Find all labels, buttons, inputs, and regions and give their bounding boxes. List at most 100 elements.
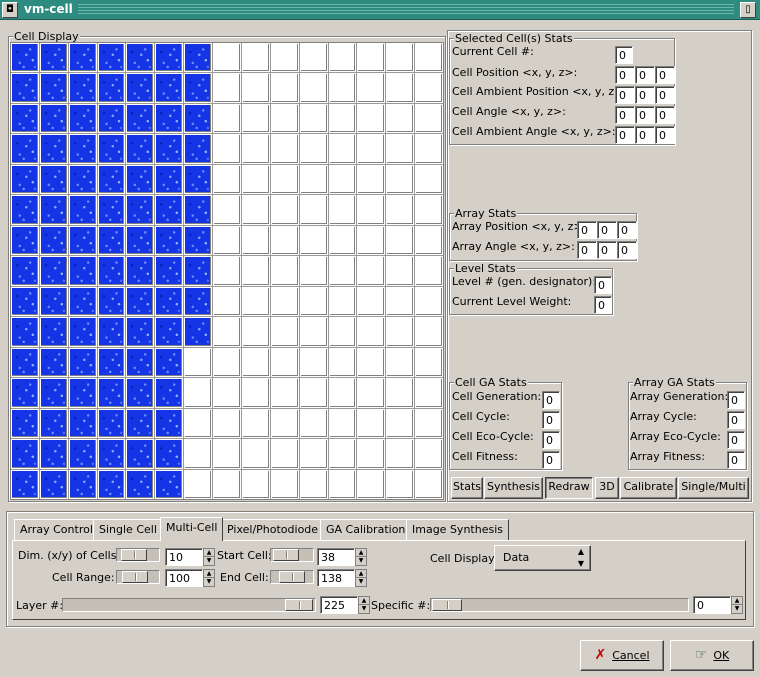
cell-filled[interactable] <box>68 43 97 73</box>
cell-empty[interactable] <box>299 43 328 73</box>
spin-down-icon[interactable]: ▼ <box>204 578 214 586</box>
cell-empty[interactable] <box>386 164 415 195</box>
cell-empty[interactable] <box>270 134 299 164</box>
cell-empty[interactable] <box>270 73 299 103</box>
spin-up-icon[interactable]: ▲ <box>732 597 742 605</box>
cell-empty[interactable] <box>328 195 357 225</box>
end-cell-input[interactable]: 138 <box>317 569 355 587</box>
3d-button[interactable]: 3D <box>595 477 619 499</box>
cell-filled[interactable] <box>126 164 155 195</box>
specific-input[interactable]: 0 <box>693 596 731 614</box>
cell-empty[interactable] <box>299 103 328 134</box>
cell-empty[interactable] <box>184 347 213 378</box>
cell-empty[interactable] <box>299 134 328 164</box>
cell-empty[interactable] <box>213 43 241 73</box>
dim-cells-slider-thumb[interactable] <box>121 549 147 561</box>
cell-filled[interactable] <box>39 73 68 103</box>
cell-empty[interactable] <box>415 164 443 195</box>
cell-filled[interactable] <box>68 164 97 195</box>
cell-filled[interactable] <box>97 439 126 469</box>
spin-down-icon[interactable]: ▼ <box>204 557 214 565</box>
cell-filled[interactable] <box>184 195 213 225</box>
spin-up-icon[interactable]: ▲ <box>356 570 366 578</box>
cell-filled[interactable] <box>155 195 184 225</box>
cell-empty[interactable] <box>357 286 386 317</box>
cell-filled[interactable] <box>68 286 97 317</box>
cell-empty[interactable] <box>328 378 357 408</box>
spin-down-icon[interactable]: ▼ <box>359 605 369 613</box>
dim-cells-slider[interactable] <box>116 548 160 562</box>
cell-empty[interactable] <box>328 225 357 256</box>
start-cell-input[interactable]: 38 <box>317 548 355 566</box>
cell-empty[interactable] <box>213 225 241 256</box>
cell-empty[interactable] <box>357 164 386 195</box>
cell-filled[interactable] <box>155 439 184 469</box>
cell-filled[interactable] <box>155 317 184 347</box>
cell-empty[interactable] <box>241 225 270 256</box>
cell-filled[interactable] <box>126 378 155 408</box>
cell-empty[interactable] <box>299 195 328 225</box>
cell-empty[interactable] <box>213 286 241 317</box>
cell-filled[interactable] <box>126 195 155 225</box>
cell-empty[interactable] <box>386 378 415 408</box>
layer-slider[interactable] <box>62 598 316 612</box>
cell-filled[interactable] <box>155 286 184 317</box>
cell-display-select[interactable]: Data ▲ ▼ <box>494 545 591 571</box>
cell-filled[interactable] <box>155 164 184 195</box>
cell-filled[interactable] <box>155 347 184 378</box>
cell-range-slider-thumb[interactable] <box>122 571 148 583</box>
cell-filled[interactable] <box>97 73 126 103</box>
tab-ga-calibration[interactable]: GA Calibration <box>320 519 412 540</box>
cell-empty[interactable] <box>299 286 328 317</box>
cell-empty[interactable] <box>415 347 443 378</box>
cell-filled[interactable] <box>126 408 155 439</box>
cell-filled[interactable] <box>68 225 97 256</box>
cell-filled[interactable] <box>97 225 126 256</box>
cell-filled[interactable] <box>184 73 213 103</box>
cell-filled[interactable] <box>11 43 39 73</box>
cell-filled[interactable] <box>68 317 97 347</box>
cancel-button[interactable]: ✗ Cancel <box>580 640 664 671</box>
cell-empty[interactable] <box>270 103 299 134</box>
cell-empty[interactable] <box>328 408 357 439</box>
cell-empty[interactable] <box>357 73 386 103</box>
cell-empty[interactable] <box>386 225 415 256</box>
cell-filled[interactable] <box>68 73 97 103</box>
stats-button[interactable]: Stats <box>451 477 483 499</box>
cell-filled[interactable] <box>184 164 213 195</box>
cell-filled[interactable] <box>155 225 184 256</box>
cell-empty[interactable] <box>328 43 357 73</box>
cell-empty[interactable] <box>184 378 213 408</box>
cell-empty[interactable] <box>241 256 270 286</box>
cell-filled[interactable] <box>68 195 97 225</box>
cell-filled[interactable] <box>155 256 184 286</box>
cell-filled[interactable] <box>126 256 155 286</box>
cell-empty[interactable] <box>415 256 443 286</box>
cell-empty[interactable] <box>213 134 241 164</box>
cell-range-input[interactable]: 100 <box>165 569 203 587</box>
cell-empty[interactable] <box>328 134 357 164</box>
cell-empty[interactable] <box>213 256 241 286</box>
cell-filled[interactable] <box>11 286 39 317</box>
cell-filled[interactable] <box>97 164 126 195</box>
cell-filled[interactable] <box>155 103 184 134</box>
specific-spinner[interactable]: ▲ ▼ <box>731 596 743 614</box>
cell-empty[interactable] <box>328 73 357 103</box>
cell-empty[interactable] <box>415 286 443 317</box>
cell-empty[interactable] <box>213 469 241 499</box>
cell-empty[interactable] <box>386 103 415 134</box>
cell-empty[interactable] <box>213 347 241 378</box>
cell-empty[interactable] <box>357 134 386 164</box>
cell-empty[interactable] <box>328 256 357 286</box>
cell-filled[interactable] <box>11 134 39 164</box>
cell-empty[interactable] <box>184 469 213 499</box>
cell-filled[interactable] <box>184 317 213 347</box>
cell-empty[interactable] <box>270 317 299 347</box>
cell-filled[interactable] <box>97 286 126 317</box>
cell-empty[interactable] <box>270 439 299 469</box>
cell-empty[interactable] <box>299 164 328 195</box>
cell-empty[interactable] <box>241 439 270 469</box>
cell-filled[interactable] <box>68 256 97 286</box>
cell-empty[interactable] <box>415 134 443 164</box>
cell-filled[interactable] <box>184 43 213 73</box>
